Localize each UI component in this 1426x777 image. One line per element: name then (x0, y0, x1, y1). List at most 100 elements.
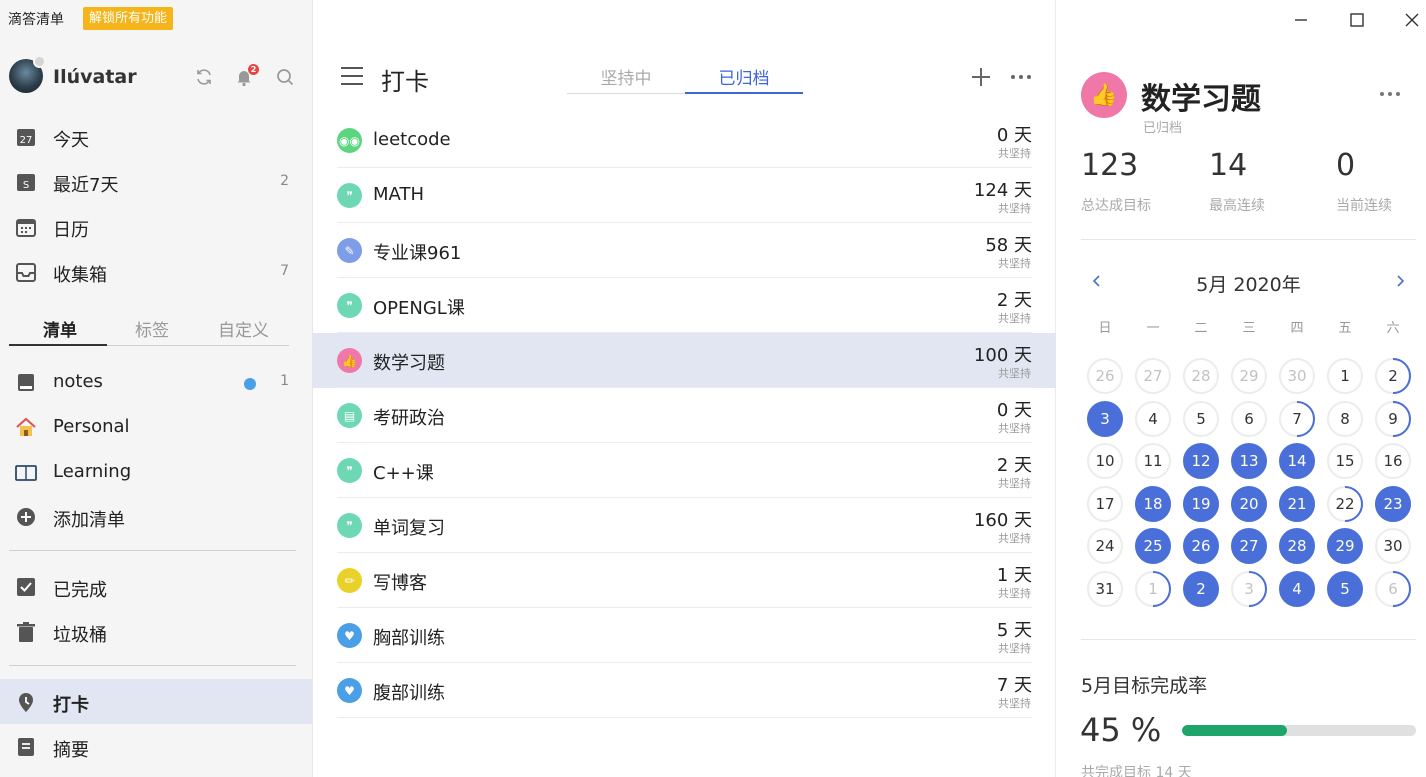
search-icon[interactable] (275, 67, 295, 87)
calendar-day-number: 17 (1095, 494, 1115, 513)
stat-total-value: 123 (1081, 148, 1139, 183)
habit-days-label: 共坚持 (998, 367, 1031, 380)
unlock-features-button[interactable]: 解锁所有功能 (83, 7, 174, 30)
calendar-day[interactable]: 5 (1183, 400, 1219, 437)
calendar-day[interactable]: 18 (1135, 485, 1171, 522)
sync-icon[interactable] (194, 67, 214, 87)
sidebar-item-calendar[interactable]: 日历 (0, 204, 312, 249)
calendar-day[interactable]: 4 (1279, 570, 1315, 607)
habit-row[interactable]: ❞ MATH 124 天共坚持 (313, 168, 1056, 223)
calendar-day[interactable]: 24 (1087, 528, 1123, 564)
tab-archived[interactable]: 已归档 (685, 64, 803, 89)
habit-row[interactable]: ❞ C++课 2 天共坚持 (313, 443, 1056, 498)
calendar-day[interactable]: 22 (1327, 485, 1363, 522)
calendar-day[interactable]: 30 (1375, 528, 1411, 564)
calendar-day[interactable]: 28 (1183, 358, 1219, 394)
calendar-day-number: 5 (1340, 579, 1350, 598)
calendar-day[interactable]: 5 (1327, 570, 1363, 607)
calendar-day[interactable]: 2 (1183, 570, 1219, 607)
sidebar-item-personal[interactable]: Personal (0, 404, 312, 449)
calendar-day[interactable]: 27 (1231, 528, 1267, 564)
habit-row[interactable]: ✎ 专业课961 58 天共坚持 (313, 223, 1056, 278)
calendar-day[interactable]: 27 (1135, 358, 1171, 394)
calendar-day[interactable]: 30 (1279, 358, 1315, 394)
home-icon (16, 417, 36, 436)
sidebar: 滴答清单 解锁所有功能 Ilúvatar 2 27 今天 S 最近7天 2 日历 (0, 0, 313, 777)
next-month-icon[interactable] (1392, 273, 1408, 289)
habit-row[interactable]: ✏ 写博客 1 天共坚持 (313, 553, 1056, 608)
calendar-day[interactable]: 28 (1279, 528, 1315, 564)
add-list-button[interactable]: 添加清单 (0, 494, 312, 539)
calendar-day[interactable]: 26 (1087, 358, 1123, 394)
calendar-day[interactable]: 11 (1135, 443, 1171, 479)
sidebar-item-label: 打卡 (53, 695, 89, 716)
username[interactable]: Ilúvatar (53, 66, 137, 88)
calendar-day-number: 24 (1095, 537, 1115, 555)
tab-in-progress[interactable]: 坚持中 (567, 64, 685, 89)
calendar-weekday: 一 (1146, 321, 1160, 336)
calendar-day[interactable]: 29 (1231, 358, 1267, 394)
calendar-day[interactable]: 3 (1087, 400, 1123, 437)
page-title: 打卡 (381, 68, 429, 96)
habit-row[interactable]: ❞ 单词复习 160 天共坚持 (313, 498, 1056, 553)
calendar-day[interactable]: 10 (1087, 443, 1123, 479)
calendar-day[interactable]: 17 (1087, 485, 1123, 522)
calendar-day-number: 1 (1340, 367, 1350, 385)
calendar-day[interactable]: 21 (1279, 485, 1315, 522)
sidebar-item-summary[interactable]: 摘要 (0, 724, 312, 769)
row-divider (337, 717, 1032, 718)
sidebar-item-today[interactable]: 27 今天 (0, 114, 312, 159)
calendar-day[interactable]: 26 (1183, 528, 1219, 564)
tab-lists[interactable]: 清单 (43, 316, 77, 341)
more-options-icon[interactable] (1379, 88, 1401, 100)
habit-row[interactable]: ▤ 考研政治 0 天共坚持 (313, 388, 1056, 443)
habit-row[interactable]: ♥ 腹部训练 7 天共坚持 (313, 663, 1056, 718)
calendar-day[interactable]: 1 (1135, 570, 1171, 607)
habit-row[interactable]: ♥ 胸部训练 5 天共坚持 (313, 608, 1056, 663)
close-icon[interactable] (1402, 10, 1422, 30)
add-habit-icon[interactable] (970, 66, 992, 88)
habit-row[interactable]: ◉◉ leetcode 0 天共坚持 (313, 113, 1056, 168)
calendar-day[interactable]: 2 (1375, 358, 1411, 394)
calendar-day[interactable]: 3 (1231, 570, 1267, 607)
calendar-day[interactable]: 8 (1327, 400, 1363, 437)
tab-tags[interactable]: 标签 (135, 316, 169, 341)
habit-row[interactable]: 👍 数学习题 100 天共坚持 (313, 333, 1056, 388)
calendar-day[interactable]: 9 (1375, 400, 1411, 437)
calendar-day[interactable]: 13 (1231, 443, 1267, 479)
sidebar-item-trash[interactable]: 垃圾桶 (0, 609, 312, 654)
sidebar-item-inbox[interactable]: 收集箱 7 (0, 249, 312, 294)
sidebar-item-notes[interactable]: notes 1 (0, 359, 312, 404)
calendar-day[interactable]: 16 (1375, 443, 1411, 479)
calendar-day[interactable]: 1 (1327, 358, 1363, 394)
minimize-icon[interactable] (1291, 10, 1311, 30)
calendar-day[interactable]: 19 (1183, 485, 1219, 522)
habit-name: 腹部训练 (373, 683, 445, 704)
calendar-day[interactable]: 7 (1279, 400, 1315, 437)
calendar-day[interactable]: 6 (1375, 570, 1411, 607)
habit-days: 2 天 (996, 455, 1032, 476)
habit-name: 单词复习 (373, 518, 445, 539)
maximize-icon[interactable] (1347, 10, 1367, 30)
calendar-day[interactable]: 6 (1231, 400, 1267, 437)
habit-row[interactable]: ❞ OPENGL课 2 天共坚持 (313, 278, 1056, 333)
calendar-day[interactable]: 25 (1135, 528, 1171, 564)
calendar-day[interactable]: 15 (1327, 443, 1363, 479)
habit-days: 100 天 (973, 345, 1032, 366)
habit-name: 数学习题 (373, 353, 445, 374)
sidebar-item-next-7-days[interactable]: S 最近7天 2 (0, 159, 312, 204)
calendar-day[interactable]: 31 (1087, 570, 1123, 607)
sidebar-item-completed[interactable]: 已完成 (0, 564, 312, 609)
calendar-day[interactable]: 14 (1279, 443, 1315, 479)
calendar-day[interactable]: 12 (1183, 443, 1219, 479)
tab-custom[interactable]: 自定义 (218, 316, 269, 341)
calendar-day[interactable]: 20 (1231, 485, 1267, 522)
sidebar-item-learning[interactable]: Learning (0, 449, 312, 494)
stat-best-streak-value: 14 (1209, 148, 1248, 183)
menu-icon[interactable] (340, 65, 364, 87)
sidebar-item-habits[interactable]: 打卡 (0, 679, 312, 724)
calendar-day[interactable]: 29 (1327, 528, 1363, 564)
calendar-day[interactable]: 23 (1375, 485, 1411, 522)
more-options-icon[interactable] (1010, 66, 1032, 88)
calendar-day[interactable]: 4 (1135, 400, 1171, 437)
